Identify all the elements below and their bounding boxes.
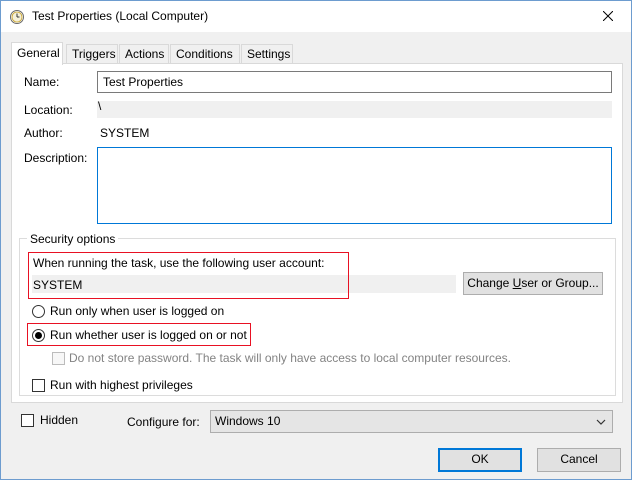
ok-button[interactable]: OK [438,448,522,472]
change-button-text: Change [467,276,513,290]
configure-for-value: Windows 10 [215,414,281,428]
chevron-down-icon [596,419,606,425]
tab-settings[interactable]: Settings [241,44,293,64]
name-field-value: Test Properties [103,75,184,89]
configure-for-dropdown[interactable]: Windows 10 [210,410,613,433]
checkbox-do-not-store-password[interactable] [52,352,65,365]
name-field[interactable]: Test Properties [97,71,612,93]
tab-triggers[interactable]: Triggers [66,44,118,64]
close-button[interactable] [585,1,631,31]
task-scheduler-clock-icon [9,9,25,25]
run-whether-highlight-box [27,323,251,346]
highest-privileges-label: Run with highest privileges [50,378,193,392]
author-label: Author: [24,126,63,140]
checkbox-hidden[interactable] [21,414,34,427]
hidden-label: Hidden [40,413,79,427]
location-label: Location: [24,103,73,117]
tab-label: General [17,46,60,60]
security-options-legend: Security options [27,232,119,246]
cancel-button[interactable]: Cancel [537,448,621,472]
close-icon [603,11,613,21]
general-tab-panel: Name: Test Properties Location: \ Author… [11,63,623,403]
change-button-text-rest: ser or Group... [521,276,599,290]
location-value-bar [97,101,612,118]
description-field[interactable] [97,147,612,224]
tab-conditions[interactable]: Conditions [170,44,240,64]
task-properties-window: Test Properties (Local Computer) General… [0,0,632,480]
radio-run-only-logged-on[interactable] [32,305,45,318]
name-label: Name: [24,75,60,89]
radio-run-only-logged-on-label: Run only when user is logged on [50,304,225,318]
tab-label: Triggers [72,47,116,61]
window-title: Test Properties (Local Computer) [32,9,209,23]
tab-label: Settings [247,47,291,61]
cancel-button-label: Cancel [560,452,598,466]
tab-label: Conditions [176,47,233,61]
title-bar: Test Properties (Local Computer) [1,1,631,32]
configure-for-label: Configure for: [127,415,200,429]
ok-button-label: OK [471,452,489,466]
tab-actions[interactable]: Actions [119,44,169,64]
do-not-store-password-label: Do not store password. The task will onl… [69,351,511,365]
description-label: Description: [24,151,88,165]
change-user-or-group-button[interactable]: Change User or Group... [463,272,603,295]
account-highlight-box [28,252,349,299]
author-value: SYSTEM [100,126,150,140]
tab-label: Actions [125,47,165,61]
checkbox-highest-privileges[interactable] [32,379,45,392]
tab-general[interactable]: General [11,42,63,65]
location-value: \ [98,99,102,113]
